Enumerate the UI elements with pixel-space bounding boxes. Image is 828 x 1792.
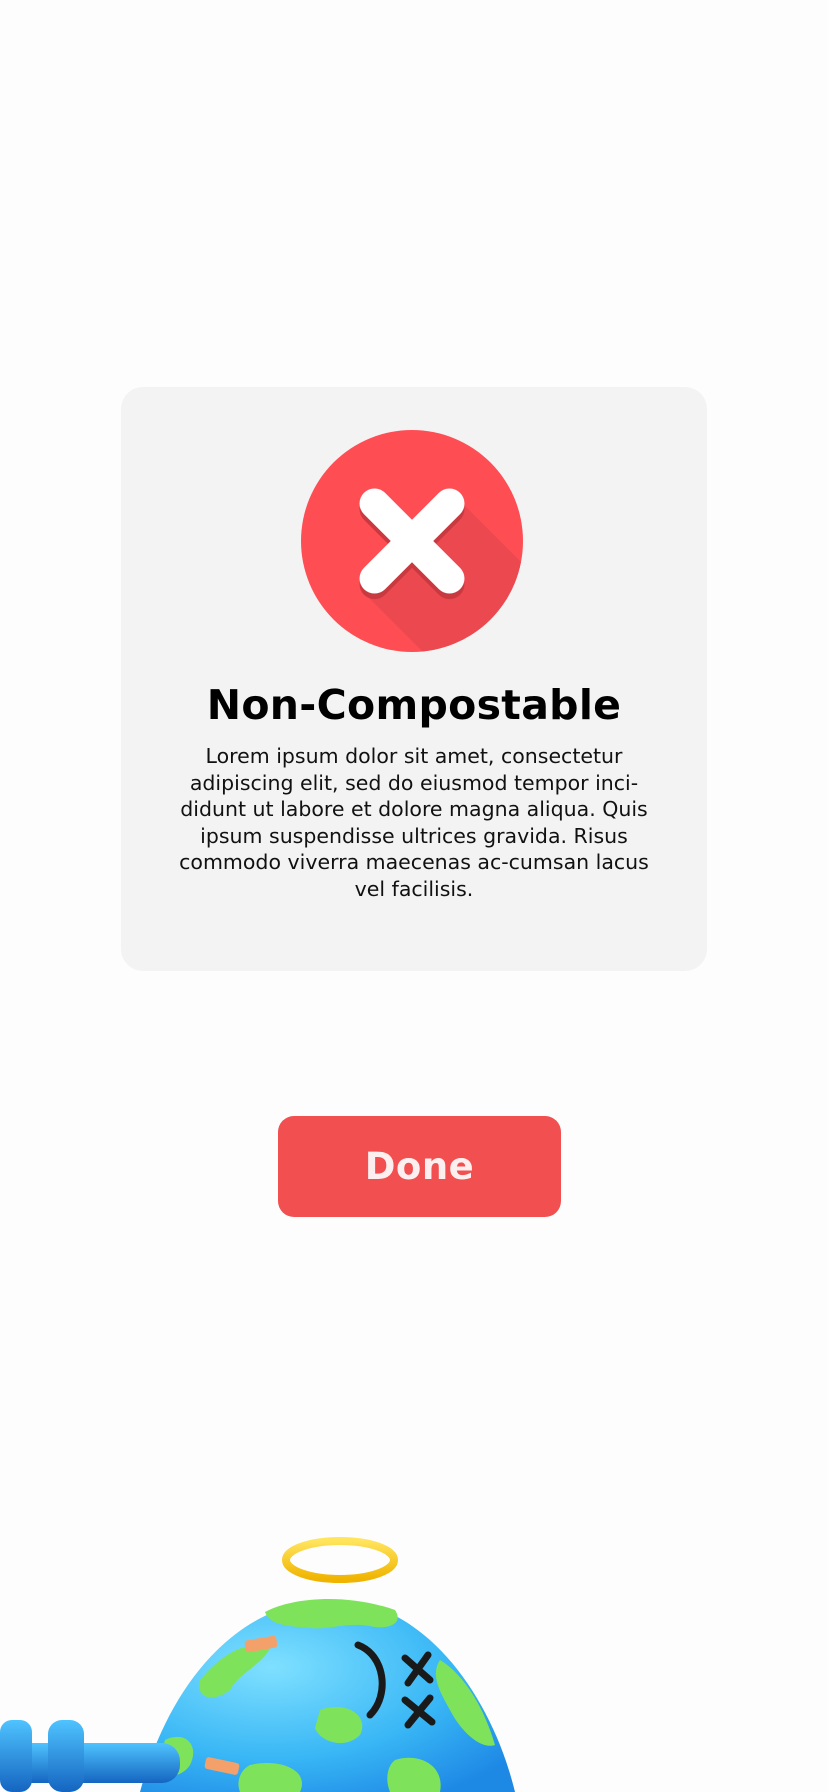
result-description: Lorem ipsum dolor sit amet, consectetur … [179, 744, 649, 901]
close-x-icon [301, 430, 523, 652]
result-card: Non-Compostable Lorem ipsum dolor sit am… [121, 387, 707, 971]
result-title: Non-Compostable [206, 681, 622, 729]
dead-earth-with-halo-illustration [0, 1530, 828, 1792]
done-button[interactable]: Done [278, 1116, 561, 1217]
